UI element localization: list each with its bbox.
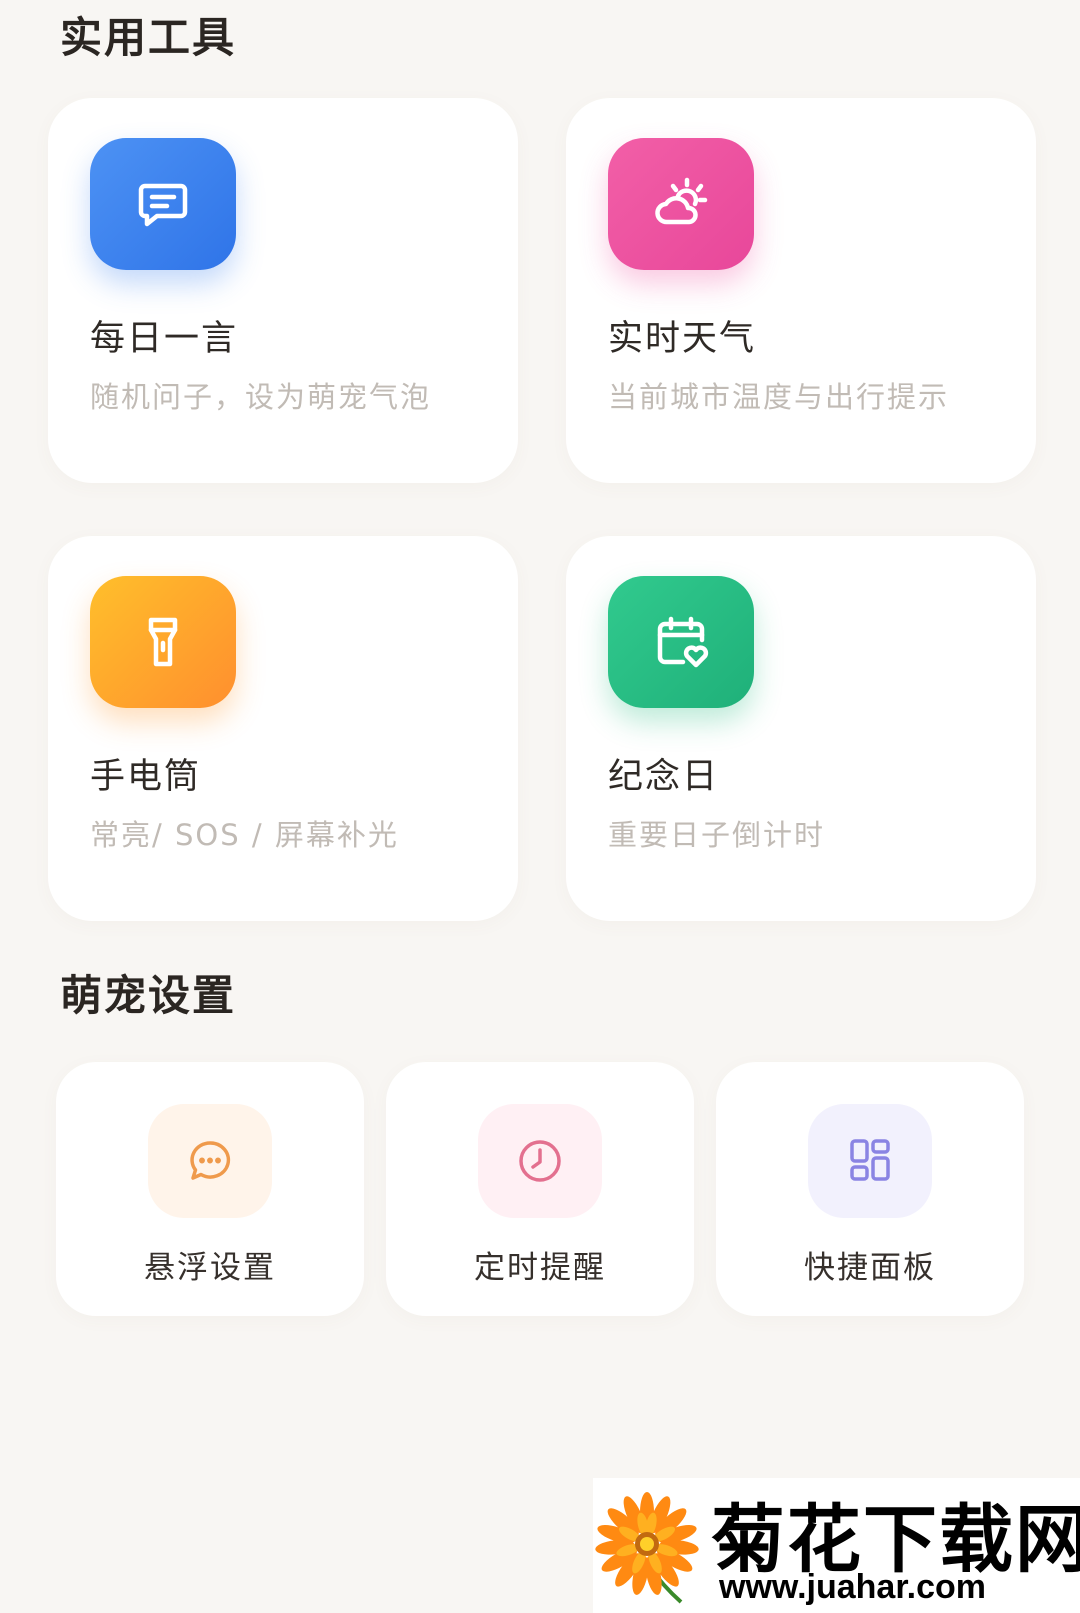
flashlight-icon (90, 576, 236, 708)
setting-timed-reminder[interactable]: 定时提醒 (386, 1062, 694, 1316)
calendar-heart-icon (608, 576, 754, 708)
clock-icon (478, 1104, 602, 1218)
tool-name: 纪念日 (608, 757, 720, 797)
setting-label: 定时提醒 (474, 1250, 606, 1286)
tool-name: 每日一言 (90, 319, 239, 359)
floating-chat-icon (148, 1104, 272, 1218)
tool-card-daily-quote[interactable]: 每日一言 随机问子，设为萌宠气泡 (48, 98, 518, 483)
tool-desc: 随机问子，设为萌宠气泡 (90, 380, 432, 414)
setting-quick-panel[interactable]: 快捷面板 (716, 1062, 1024, 1316)
tool-desc: 重要日子倒计时 (608, 818, 826, 852)
watermark-url: www.juahar.com (719, 1568, 987, 1606)
tool-card-flashlight[interactable]: 手电筒 常亮/ SOS / 屏幕补光 (48, 536, 518, 921)
section-title-tools: 实用工具 (60, 13, 237, 62)
tool-card-weather[interactable]: 实时天气 当前城市温度与出行提示 (566, 98, 1036, 483)
tool-name: 实时天气 (608, 319, 757, 359)
tool-card-anniversary[interactable]: 纪念日 重要日子倒计时 (566, 536, 1036, 921)
setting-label: 快捷面板 (804, 1250, 936, 1286)
tool-desc: 当前城市温度与出行提示 (608, 380, 950, 414)
flower-logo-icon (593, 1486, 711, 1604)
setting-label: 悬浮设置 (144, 1250, 276, 1286)
setting-floating[interactable]: 悬浮设置 (56, 1062, 364, 1316)
chat-message-icon (90, 138, 236, 270)
section-title-pet-settings: 萌宠设置 (60, 971, 237, 1020)
weather-cloud-sun-icon (608, 138, 754, 270)
tool-name: 手电筒 (90, 757, 202, 797)
tool-desc: 常亮/ SOS / 屏幕补光 (90, 818, 399, 852)
grid-panel-icon (808, 1104, 932, 1218)
watermark-logo: 菊花下载网 www.juahar.com (593, 1478, 1080, 1613)
